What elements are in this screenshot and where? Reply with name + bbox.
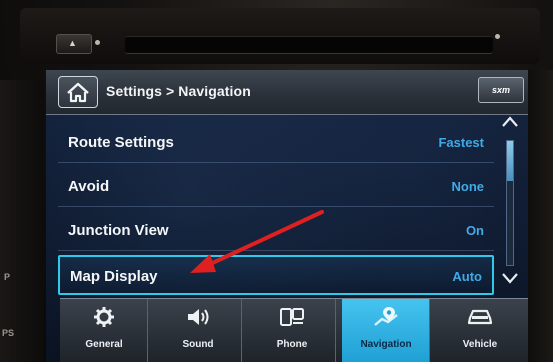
right-bezel	[525, 70, 553, 362]
tab-general[interactable]: General	[60, 299, 148, 362]
navigation-pin-icon	[342, 305, 430, 329]
left-bezel: P PS	[0, 80, 44, 362]
scrollbar[interactable]	[498, 114, 522, 294]
breadcrumb: Settings > Navigation	[106, 83, 251, 99]
chevron-up-icon	[502, 116, 518, 127]
bezel-label-ps: PS	[2, 328, 15, 338]
tab-phone[interactable]: Phone	[248, 299, 336, 362]
disc-slot	[125, 36, 493, 54]
scroll-track[interactable]	[506, 140, 514, 266]
setting-value: Fastest	[438, 135, 484, 150]
tab-label: General	[85, 339, 123, 350]
head-unit-bezel: ▲	[20, 8, 540, 64]
scroll-down-button[interactable]	[498, 270, 522, 290]
setting-row-avoid[interactable]: Avoid None	[58, 167, 494, 207]
setting-label: Junction View	[68, 222, 169, 239]
infotainment-screen: Settings > Navigation sxm Route Settings…	[46, 70, 528, 362]
scroll-thumb[interactable]	[507, 141, 513, 181]
setting-row-route-settings[interactable]: Route Settings Fastest	[58, 123, 494, 163]
setting-value: On	[465, 223, 484, 238]
setting-row-junction-view[interactable]: Junction View On	[58, 211, 494, 251]
tab-label: Phone	[276, 339, 308, 350]
home-icon	[67, 82, 89, 103]
setting-value: None	[451, 179, 485, 194]
tab-label: Sound	[182, 339, 214, 350]
bezel-label-p: P	[4, 272, 11, 282]
speaker-icon	[154, 305, 242, 329]
gear-icon	[60, 305, 148, 329]
sxm-button[interactable]: sxm	[478, 77, 524, 103]
setting-value: Auto	[452, 269, 482, 284]
tab-navigation[interactable]: Navigation	[342, 299, 430, 362]
setting-label: Route Settings	[68, 134, 174, 151]
car-icon	[436, 305, 524, 329]
header-bar: Settings > Navigation sxm	[46, 70, 528, 115]
setting-row-map-display[interactable]: Map Display Auto	[58, 255, 494, 295]
setting-label: Avoid	[68, 178, 110, 195]
indicator-light	[495, 34, 500, 39]
indicator-light	[95, 40, 100, 45]
setting-label: Map Display	[70, 268, 158, 285]
tab-vehicle[interactable]: Vehicle	[436, 299, 524, 362]
eject-button[interactable]: ▲	[56, 34, 92, 54]
scroll-up-button[interactable]	[498, 114, 522, 134]
home-button[interactable]	[58, 76, 98, 108]
bottom-tab-bar: General Sound Phone Navigation Vehicle	[60, 298, 528, 362]
eject-icon: ▲	[68, 38, 77, 48]
phone-icon	[248, 305, 336, 329]
chevron-down-icon	[502, 273, 518, 284]
tab-sound[interactable]: Sound	[154, 299, 242, 362]
tab-label: Vehicle	[462, 339, 498, 350]
tab-label: Navigation	[360, 339, 412, 350]
